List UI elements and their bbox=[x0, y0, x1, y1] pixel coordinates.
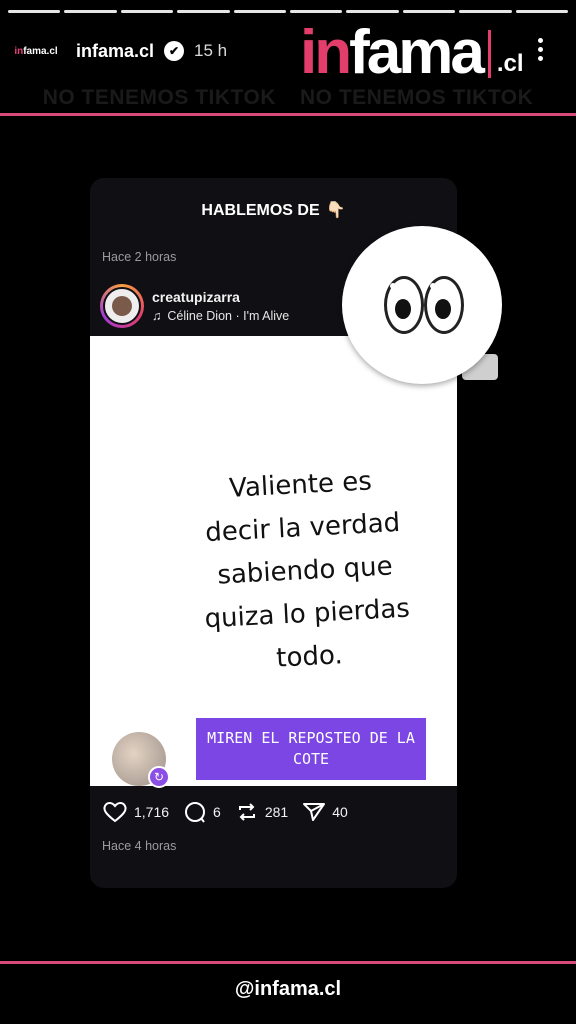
card-title: HABLEMOS DE 👇🏻 bbox=[90, 200, 457, 220]
share-action: 40 bbox=[302, 800, 348, 824]
progress-segment bbox=[346, 10, 399, 13]
progress-segment bbox=[290, 10, 343, 13]
comment-icon bbox=[185, 802, 206, 823]
like-count: 1,716 bbox=[134, 804, 170, 820]
brand-cl: .cl bbox=[496, 50, 524, 77]
share-count: 40 bbox=[332, 804, 348, 820]
repost-badge-icon: ↻ bbox=[148, 766, 170, 788]
top-divider bbox=[0, 113, 576, 116]
brand-fama: fama bbox=[349, 18, 485, 87]
brand-divider bbox=[487, 30, 491, 78]
brand-logo: in fama .cl bbox=[300, 20, 524, 84]
quote-text: Valiente es decir la verdad sabiendo que… bbox=[165, 457, 446, 686]
repost-caption-box: MIREN EL REPOSTEO DE LA COTE bbox=[196, 718, 426, 780]
banner-text-left: NO TENEMOS TIKTOK bbox=[42, 86, 276, 109]
story-progress bbox=[8, 10, 569, 13]
pointing-down-emoji-icon: 👇🏻 bbox=[325, 202, 346, 219]
post-time-top: Hace 2 horas bbox=[102, 250, 177, 264]
brand-in: in bbox=[300, 18, 352, 87]
repost-action: 281 bbox=[235, 800, 288, 824]
progress-segment bbox=[177, 10, 230, 13]
post-time-bottom: Hace 4 horas bbox=[102, 839, 177, 853]
progress-segment bbox=[402, 10, 456, 13]
progress-segment bbox=[64, 10, 117, 13]
post-avatar bbox=[100, 284, 144, 328]
emoji-bubble bbox=[342, 226, 502, 384]
post-actions: 1,716 6 281 40 bbox=[102, 800, 362, 824]
card-title-text: HABLEMOS DE bbox=[201, 202, 320, 219]
progress-segment bbox=[515, 10, 569, 13]
footer-handle: @infama.cl bbox=[234, 978, 342, 1000]
music-label: Céline Dion · I'm Alive bbox=[167, 309, 290, 323]
music-note-icon: ♫ bbox=[152, 309, 162, 323]
tiktok-banner: NO TENEMOS TIKTOK NO TENEMOS TIKTOK bbox=[0, 86, 576, 110]
comment-count: 6 bbox=[213, 804, 221, 820]
post-header: creatupizarra ♫ Céline Dion · I'm Alive bbox=[100, 284, 289, 328]
post-image: Valiente es decir la verdad sabiendo que… bbox=[90, 336, 457, 788]
repost-icon bbox=[238, 803, 255, 821]
heart-icon bbox=[103, 802, 127, 823]
avatar-text-rest: fama.cl bbox=[23, 45, 58, 57]
avatar-text-in: in bbox=[14, 45, 24, 57]
eye-right bbox=[424, 276, 464, 334]
progress-segment bbox=[459, 10, 512, 13]
post-username: creatupizarra bbox=[152, 289, 240, 305]
eyes-emoji-icon bbox=[342, 226, 502, 384]
share-icon bbox=[303, 803, 326, 821]
eye-left bbox=[384, 276, 424, 334]
bottom-divider bbox=[0, 961, 576, 964]
progress-segment bbox=[233, 10, 287, 13]
comment-action: 6 bbox=[183, 800, 221, 824]
profile-avatar[interactable]: in fama.cl bbox=[14, 37, 58, 65]
repost-count: 281 bbox=[264, 804, 289, 820]
like-action: 1,716 bbox=[102, 800, 169, 824]
progress-segment bbox=[120, 10, 174, 13]
banner-text-right: NO TENEMOS TIKTOK bbox=[300, 86, 534, 109]
post-music: ♫ Céline Dion · I'm Alive bbox=[152, 309, 289, 323]
progress-segment bbox=[8, 10, 61, 13]
story-time: 15 h bbox=[194, 41, 228, 60]
verified-icon: ✔ bbox=[164, 41, 185, 61]
profile-username[interactable]: infama.cl bbox=[76, 41, 154, 62]
more-dots-icon[interactable] bbox=[538, 38, 543, 61]
